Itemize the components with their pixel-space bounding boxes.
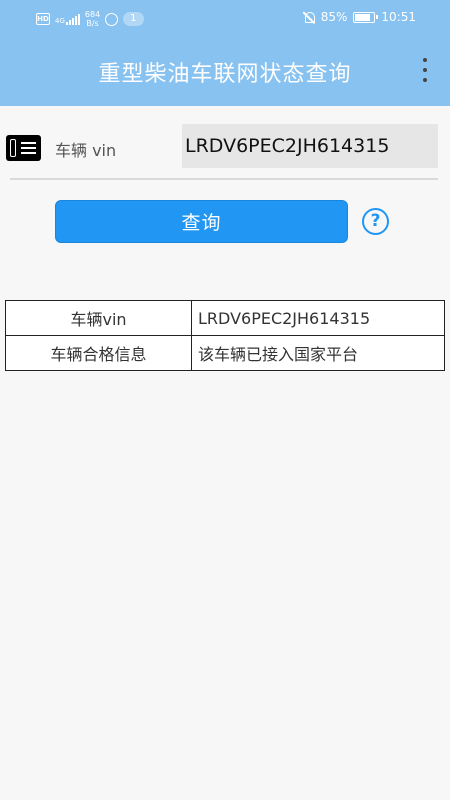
table-row: 车辆vin LRDV6PEC2JH614315 bbox=[5, 300, 445, 336]
vin-label: 车辆 vin bbox=[55, 141, 117, 160]
query-button[interactable]: 查询 bbox=[55, 200, 348, 243]
page-title: 重型柴油车联网状态查询 bbox=[98, 62, 352, 87]
table-cell-key: 车辆合格信息 bbox=[5, 335, 192, 371]
more-vert-icon[interactable] bbox=[420, 58, 430, 82]
clock: 10:51 bbox=[381, 10, 416, 24]
divider bbox=[10, 178, 438, 180]
status-bar: HD 4G 684 B/s 1 85% 10:51 bbox=[0, 0, 450, 36]
battery-icon bbox=[353, 11, 379, 23]
table-cell-value: LRDV6PEC2JH614315 bbox=[191, 300, 445, 336]
vin-row: 车辆 vin bbox=[0, 124, 450, 170]
net-speed-unit: B/s bbox=[86, 19, 99, 28]
battery-percent: 85% bbox=[320, 10, 348, 24]
network-type: 4G bbox=[55, 17, 65, 25]
table-cell-value: 该车辆已接入国家平台 bbox=[191, 335, 445, 371]
signal-icon bbox=[65, 13, 80, 25]
alarm-icon bbox=[105, 12, 119, 26]
app-header: HD 4G 684 B/s 1 85% 10:51 重型柴油车联网状态查询 bbox=[0, 0, 450, 106]
table-cell-key: 车辆vin bbox=[5, 300, 192, 336]
notification-count: 1 bbox=[123, 12, 144, 26]
mute-icon bbox=[303, 11, 315, 24]
result-table: 车辆vin LRDV6PEC2JH614315 车辆合格信息 该车辆已接入国家平… bbox=[5, 300, 445, 371]
net-speed: 684 B/s bbox=[85, 10, 100, 28]
battery-fill bbox=[355, 13, 370, 21]
help-icon[interactable]: ? bbox=[362, 208, 389, 235]
hd-icon: HD bbox=[36, 13, 50, 25]
net-speed-value: 684 bbox=[84, 10, 101, 19]
table-row: 车辆合格信息 该车辆已接入国家平台 bbox=[5, 335, 445, 371]
card-icon bbox=[6, 135, 41, 161]
vin-input[interactable] bbox=[182, 124, 438, 168]
